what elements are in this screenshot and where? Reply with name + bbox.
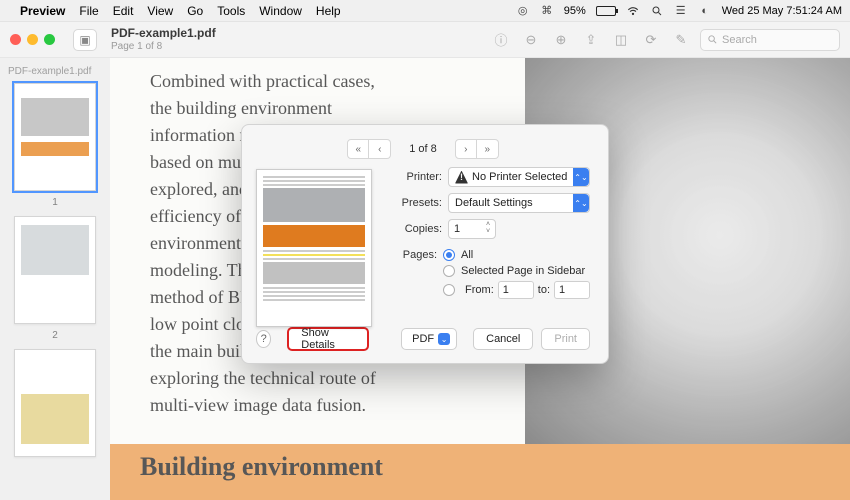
presets-select[interactable]: Default Settings ⌃⌄ [448,193,590,213]
pages-selected-radio[interactable] [443,265,455,277]
prev-page-button[interactable]: ‹ [369,139,391,159]
print-dialog: « ‹ 1 of 8 › » [241,124,609,364]
pdf-label: PDF [412,333,434,345]
macos-menubar: Preview File Edit View Go Tools Window H… [0,0,850,22]
next-page-button[interactable]: › [455,139,477,159]
control-center-icon[interactable]: ☰ [674,4,688,18]
chevron-updown-icon: ⌃⌄ [573,194,589,212]
help-button[interactable]: ? [256,330,271,348]
status-icon[interactable]: ◎ [516,4,530,18]
info-icon[interactable]: ⓘ [490,29,512,51]
to-field[interactable]: 1 [554,281,590,299]
document-title: PDF-example1.pdf [111,27,216,40]
highlight-icon[interactable]: ◫ [610,29,632,51]
printer-value: No Printer Selected [472,171,567,183]
warning-icon: ! [455,171,468,184]
copies-label: Copies: [394,223,442,235]
show-details-button[interactable]: Show Details [287,327,368,351]
print-button[interactable]: Print [541,328,590,350]
accessibility-icon[interactable]: ⌘ [540,4,554,18]
sidebar-toggle-button[interactable]: ▣ [73,29,97,51]
battery-icon[interactable] [596,6,616,16]
presets-value: Default Settings [455,197,533,209]
from-field[interactable]: 1 [498,281,534,299]
copies-stepper[interactable]: 1 ˄˅ [448,219,496,239]
share-icon[interactable]: ⇪ [580,29,602,51]
tools-menu[interactable]: Tools [217,4,245,18]
clock[interactable]: Wed 25 May 7:51:24 AM [722,5,842,17]
pages-all-label: All [461,249,473,261]
printer-label: Printer: [394,171,442,183]
app-menu[interactable]: Preview [20,4,65,18]
to-label: to: [538,284,550,296]
stepper-icon: ˄˅ [483,221,493,237]
preview-nav: « ‹ 1 of 8 › » [256,139,590,159]
rotate-icon[interactable]: ⟳ [640,29,662,51]
view-menu[interactable]: View [147,4,173,18]
last-page-button[interactable]: » [477,139,499,159]
pages-selected-label: Selected Page in Sidebar [461,265,585,277]
chevron-updown-icon: ⌃⌄ [573,168,589,186]
preview-toolbar: ▣ PDF-example1.pdf Page 1 of 8 ⓘ ⊖ ⊕ ⇪ ◫… [0,22,850,58]
cancel-button[interactable]: Cancel [473,328,533,350]
document-title-block: PDF-example1.pdf Page 1 of 8 [111,27,216,51]
go-menu[interactable]: Go [187,4,203,18]
pdf-dropdown[interactable]: PDF ⌄ [401,328,457,350]
pages-all-radio[interactable] [443,249,455,261]
print-fields: Printer: ! No Printer Selected ⌃⌄ Preset… [394,167,590,299]
zoom-in-icon[interactable]: ⊕ [550,29,572,51]
page-indicator: 1 of 8 [409,143,437,155]
help-menu[interactable]: Help [316,4,341,18]
presets-label: Presets: [394,197,442,209]
menubar-right: ◎ ⌘ 95% ☰ ◐ Wed 25 May 7:51:24 AM [516,4,842,18]
edit-menu[interactable]: Edit [113,4,134,18]
pages-range-radio[interactable] [443,284,455,296]
markup-icon[interactable]: ✎ [670,29,692,51]
search-placeholder: Search [722,34,757,46]
window-controls [10,34,55,45]
search-input[interactable]: Search [700,29,840,51]
siri-icon[interactable]: ◐ [698,4,712,18]
from-label: From: [465,284,494,296]
print-preview [256,169,372,327]
zoom-out-icon[interactable]: ⊖ [520,29,542,51]
pages-label: Pages: [394,249,437,261]
chevron-down-icon: ⌄ [438,333,450,345]
file-menu[interactable]: File [79,4,98,18]
minimize-window-icon[interactable] [27,34,38,45]
battery-percent: 95% [564,5,586,17]
search-icon[interactable] [650,4,664,18]
dialog-footer: ? Show Details PDF ⌄ Cancel Print [256,327,590,351]
window-menu[interactable]: Window [259,4,302,18]
print-dialog-overlay: « ‹ 1 of 8 › » [0,58,850,500]
zoom-window-icon[interactable] [44,34,55,45]
print-preview-col [256,167,384,327]
close-window-icon[interactable] [10,34,21,45]
document-subtitle: Page 1 of 8 [111,41,216,52]
printer-select[interactable]: ! No Printer Selected ⌃⌄ [448,167,590,187]
wifi-icon[interactable] [626,4,640,18]
content-area: PDF-example1.pdf 1 2 Combined with pract… [0,58,850,500]
copies-value: 1 [454,223,460,235]
first-page-button[interactable]: « [347,139,369,159]
